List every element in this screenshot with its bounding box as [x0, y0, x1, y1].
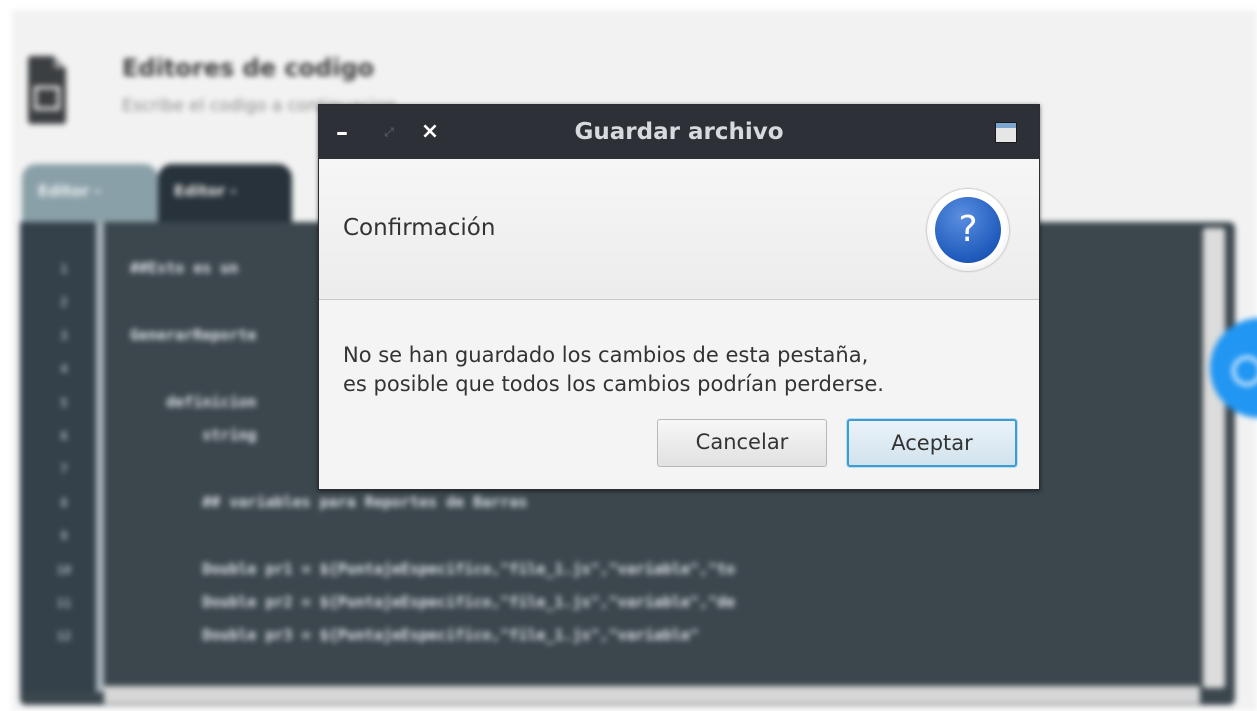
- code-line: Double pr1 = ${PuntajeEspecifico,"file_1…: [130, 559, 736, 578]
- horizontal-scrollbar[interactable]: [104, 686, 1200, 704]
- line-number: 8: [60, 495, 68, 510]
- line-number-gutter: [20, 222, 96, 692]
- minimize-icon[interactable]: –: [331, 105, 353, 159]
- save-file-dialog: – ⤢ × Guardar archivo Confirmación ? No …: [318, 104, 1040, 490]
- window-restore-icon[interactable]: [995, 122, 1017, 143]
- floating-action-icon: [1232, 356, 1257, 386]
- document-icon: [28, 56, 66, 124]
- line-number: 4: [60, 362, 68, 377]
- dialog-message: No se han guardado los cambios de esta p…: [343, 341, 1023, 399]
- line-number: 1: [60, 262, 68, 276]
- code-line: Double pr2 = ${PuntajeEspecifico,"file_1…: [130, 593, 736, 611]
- dialog-header: Confirmación ?: [319, 159, 1039, 300]
- vertical-scrollbar[interactable]: [1203, 228, 1225, 688]
- message-line-1: No se han guardado los cambios de esta p…: [343, 343, 869, 367]
- close-icon[interactable]: ×: [419, 105, 441, 159]
- message-line-2: es posible que todos los cambios podrían…: [343, 372, 884, 396]
- line-number: 9: [60, 529, 68, 544]
- code-line: ##Esto es un: [130, 259, 239, 277]
- code-line: GenerarReporte: [130, 325, 257, 344]
- line-number: 7: [60, 462, 68, 477]
- line-number: 6: [60, 429, 68, 443]
- line-number: 5: [60, 395, 68, 410]
- line-number: 11: [56, 596, 72, 610]
- line-number: 2: [60, 295, 68, 310]
- line-number: 10: [56, 562, 72, 577]
- accept-button[interactable]: Aceptar: [847, 419, 1017, 467]
- dialog-titlebar[interactable]: – ⤢ × Guardar archivo: [319, 105, 1039, 159]
- line-number: 3: [60, 328, 68, 343]
- app-title: Editores de codigo: [122, 54, 375, 82]
- help-question-glyph: ?: [935, 197, 1001, 263]
- tab-editor-1[interactable]: Editor -: [22, 164, 158, 222]
- line-number: 12: [56, 629, 72, 644]
- header-text: Confirmación: [343, 215, 496, 241]
- tab-editor-2[interactable]: Editor -: [158, 164, 292, 222]
- code-line: Double pr3 = ${PuntajeEspecifico,"file_1…: [130, 626, 699, 645]
- gutter-divider: [96, 222, 104, 692]
- cancel-button[interactable]: Cancelar: [657, 419, 827, 467]
- code-line: definicion: [130, 392, 257, 411]
- maximize-icon[interactable]: ⤢: [379, 105, 399, 159]
- dialog-title: Guardar archivo: [574, 119, 784, 145]
- help-question-icon: ?: [927, 189, 1009, 271]
- code-line: ## variables para Reportes de Barras: [130, 492, 528, 511]
